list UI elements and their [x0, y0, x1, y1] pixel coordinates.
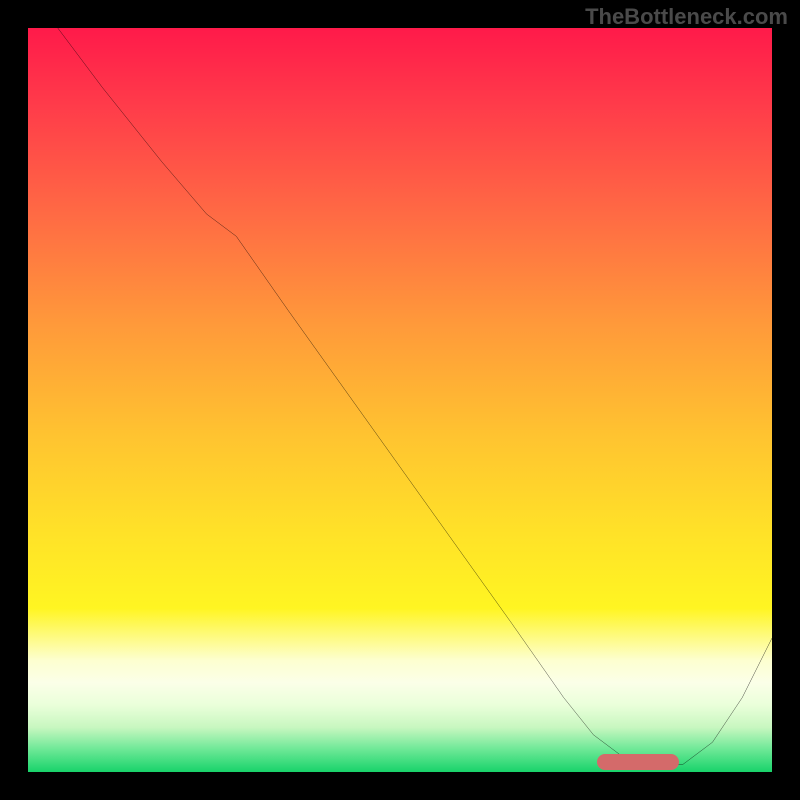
- chart-line-path: [58, 28, 772, 765]
- chart-minimum-marker: [597, 754, 679, 770]
- watermark-text: TheBottleneck.com: [585, 4, 788, 30]
- chart-plot-area: [28, 28, 772, 772]
- chart-curve-svg: [28, 28, 772, 772]
